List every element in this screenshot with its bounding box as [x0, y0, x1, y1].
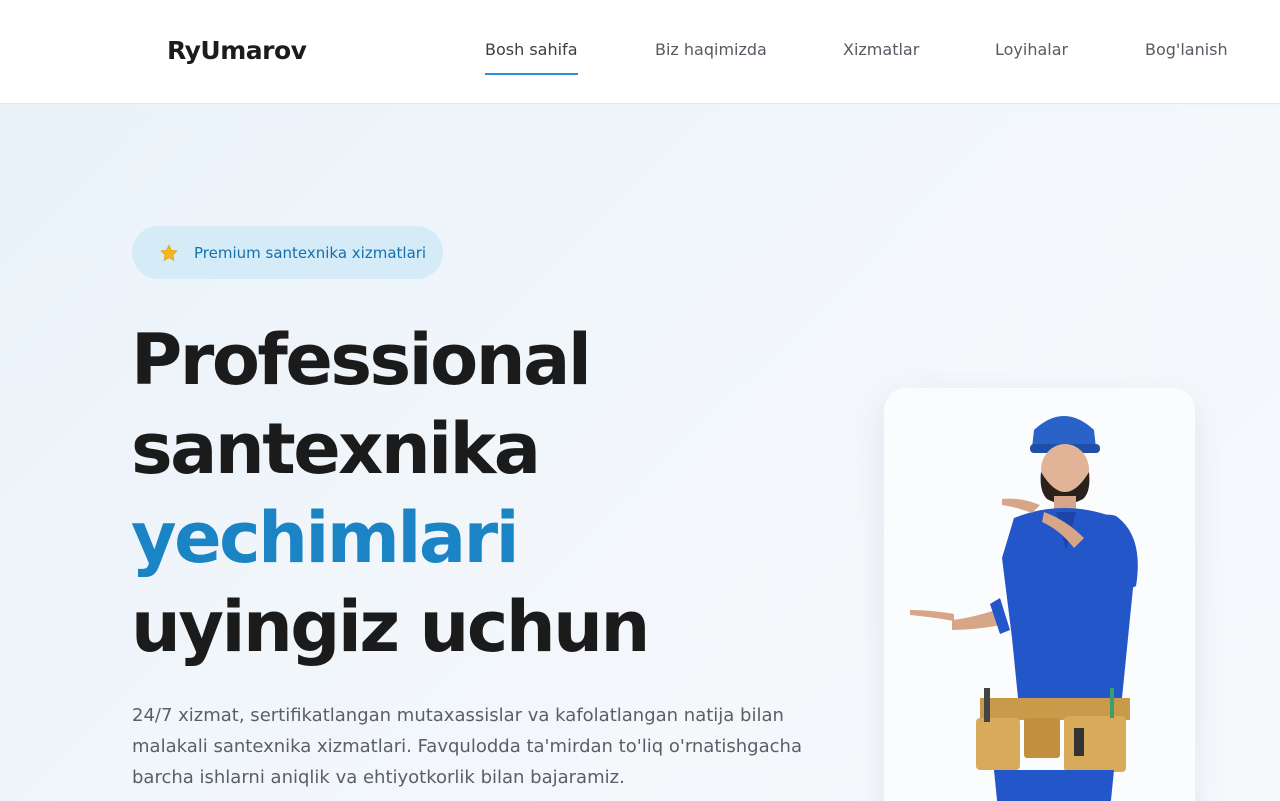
premium-badge: Premium santexnika xizmatlari	[132, 226, 443, 279]
badge-text: Premium santexnika xizmatlari	[194, 243, 427, 262]
hero-headline: Professional santexnika yechimlari uying…	[131, 316, 650, 672]
headline-line-2: santexnika	[131, 408, 541, 490]
nav-item-contact[interactable]: Bog'lanish	[1145, 40, 1228, 73]
headline-line-4: uyingiz uchun	[131, 586, 650, 668]
nav-item-home[interactable]: Bosh sahifa	[485, 40, 578, 75]
star-icon	[159, 243, 179, 263]
plumber-photo	[884, 388, 1195, 801]
headline-line-1: Professional	[131, 319, 592, 401]
main-nav: Bosh sahifa Biz haqimizda Xizmatlar Loyi…	[0, 40, 1280, 80]
nav-item-about[interactable]: Biz haqimizda	[655, 40, 767, 73]
hero-image-card	[884, 388, 1195, 801]
site-header: RyUmarov Bosh sahifa Biz haqimizda Xizma…	[0, 0, 1280, 104]
hero-description: 24/7 xizmat, sertifikatlangan mutaxassis…	[132, 705, 802, 788]
headline-accent: yechimlari	[131, 497, 520, 579]
nav-item-services[interactable]: Xizmatlar	[843, 40, 919, 73]
nav-item-projects[interactable]: Loyihalar	[995, 40, 1068, 73]
